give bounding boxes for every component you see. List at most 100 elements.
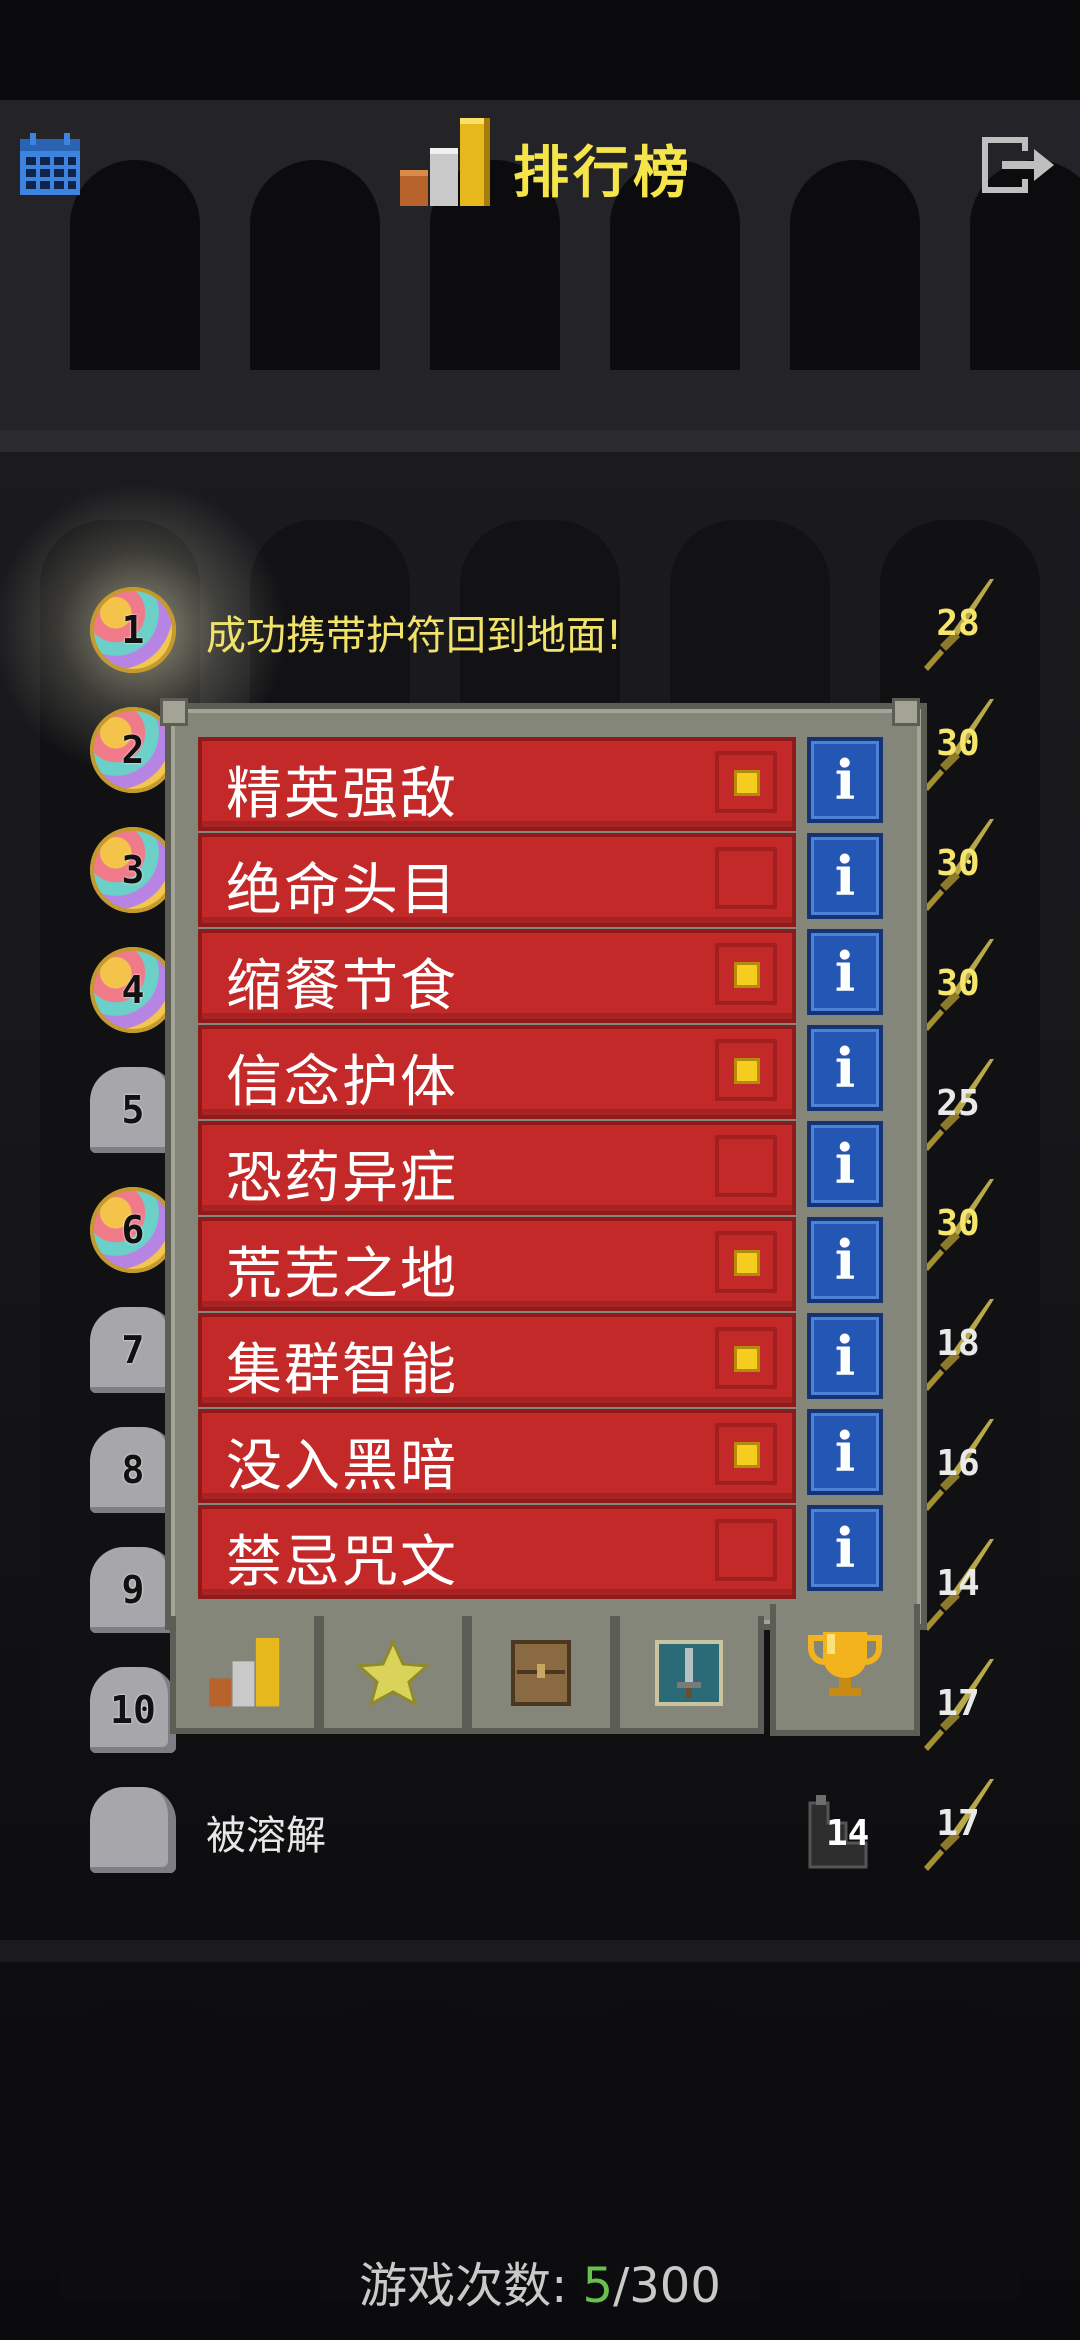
- challenge-info-button[interactable]: i: [807, 1409, 883, 1495]
- tombstone-badge: [90, 1787, 176, 1873]
- ranking-row[interactable]: 被溶解 14 17: [0, 1775, 1080, 1885]
- checkbox-checked-mark: [734, 1250, 760, 1276]
- tab-badges[interactable]: [318, 1616, 468, 1734]
- challenge-toggle[interactable]: 信念护体: [198, 1025, 796, 1119]
- info-icon: i: [834, 1132, 856, 1196]
- checkbox-checked-mark: [734, 1346, 760, 1372]
- score-value: 17: [936, 1683, 980, 1724]
- challenge-checkbox[interactable]: [715, 1135, 777, 1197]
- challenge-label: 精英强敌: [226, 762, 458, 827]
- score-value: 30: [936, 963, 980, 1004]
- info-icon: i: [834, 940, 856, 1004]
- info-icon: i: [834, 1516, 856, 1580]
- rank-number: 8: [121, 1448, 145, 1492]
- score-value: 18: [936, 1323, 980, 1364]
- score-value: 30: [936, 723, 980, 764]
- ranking-description: 成功携带护符回到地面!: [206, 613, 623, 659]
- games-played-counter: 游戏次数: 5/300: [0, 2246, 1080, 2316]
- info-icon: i: [834, 1036, 856, 1100]
- challenge-info-button[interactable]: i: [807, 1121, 883, 1207]
- challenge-toggle[interactable]: 缩餐节食: [198, 929, 796, 1023]
- ranking-row[interactable]: 1 成功携带护符回到地面! 28: [0, 575, 1080, 685]
- page-title: 排行榜: [513, 141, 693, 206]
- win-gem-badge: 1: [90, 587, 176, 673]
- challenge-info-button[interactable]: i: [807, 833, 883, 919]
- calendar-icon[interactable]: [18, 133, 82, 197]
- challenge-label: 绝命头目: [226, 858, 458, 923]
- challenge-toggle[interactable]: 恐药异症: [198, 1121, 796, 1215]
- tab-journal[interactable]: [466, 1616, 616, 1734]
- challenge-toggle[interactable]: 荒芜之地: [198, 1217, 796, 1311]
- challenge-info-button[interactable]: i: [807, 1217, 883, 1303]
- rank-number: 3: [121, 848, 145, 892]
- score-value: 28: [936, 603, 980, 644]
- rank-number: 1: [121, 608, 145, 652]
- challenge-label: 缩餐节食: [226, 954, 458, 1019]
- trophy-icon: [808, 1632, 882, 1696]
- challenge-info-button[interactable]: i: [807, 929, 883, 1015]
- info-icon: i: [834, 844, 856, 908]
- challenge-info-button[interactable]: i: [807, 1505, 883, 1591]
- challenge-checkbox[interactable]: [715, 1039, 777, 1101]
- score-value: 17: [936, 1803, 980, 1844]
- checkbox-checked-mark: [734, 1058, 760, 1084]
- rank-number: 4: [121, 968, 145, 1012]
- win-gem-badge: 6: [90, 1187, 176, 1273]
- challenge-label: 集群智能: [226, 1338, 458, 1403]
- tombstone-badge: 7: [90, 1307, 176, 1393]
- tombstone-badge: 8: [90, 1427, 176, 1513]
- rank-number: 7: [121, 1328, 145, 1372]
- games-played-total: /300: [613, 2258, 721, 2314]
- challenges-panel: 精英强敌 i 绝命头目 i 缩餐节食 i 信念护体 i 恐药异症 i 荒芜之地 i 集群智能 i 没入黑暗 i…: [165, 703, 927, 1630]
- rank-number: 9: [121, 1568, 145, 1612]
- tombstone-badge: 5: [90, 1067, 176, 1153]
- tab-challenges[interactable]: [770, 1604, 920, 1736]
- challenge-toggle[interactable]: 精英强敌: [198, 737, 796, 831]
- challenge-toggle[interactable]: 没入黑暗: [198, 1409, 796, 1503]
- rank-number: 6: [121, 1208, 145, 1252]
- checkbox-checked-mark: [734, 962, 760, 988]
- challenge-label: 荒芜之地: [226, 1242, 458, 1307]
- info-icon: i: [834, 748, 856, 812]
- challenge-label: 禁忌咒文: [226, 1530, 458, 1595]
- challenge-toggle[interactable]: 绝命头目: [198, 833, 796, 927]
- tab-leaderboard[interactable]: [170, 1616, 320, 1734]
- challenge-checkbox[interactable]: [715, 943, 777, 1005]
- score-value: 14: [936, 1563, 980, 1604]
- tombstone-badge: 10: [90, 1667, 176, 1753]
- challenge-checkbox[interactable]: [715, 751, 777, 813]
- challenge-checkbox[interactable]: [715, 1423, 777, 1485]
- challenge-label: 没入黑暗: [226, 1434, 458, 1499]
- score-value: 25: [936, 1083, 980, 1124]
- challenge-label: 信念护体: [226, 1050, 458, 1115]
- games-played-current: 5: [582, 2258, 614, 2314]
- panel-corner: [160, 698, 188, 726]
- challenge-checkbox[interactable]: [715, 1327, 777, 1389]
- games-played-label: 游戏次数:: [359, 2258, 583, 2314]
- rank-number: [90, 1787, 176, 1873]
- tombstone-badge: 9: [90, 1547, 176, 1633]
- checkbox-checked-mark: [734, 770, 760, 796]
- challenge-info-button[interactable]: i: [807, 1313, 883, 1399]
- win-gem-badge: 3: [90, 827, 176, 913]
- challenge-toggle[interactable]: 集群智能: [198, 1313, 796, 1407]
- badges-star-icon: [355, 1638, 431, 1708]
- win-gem-badge: 4: [90, 947, 176, 1033]
- exit-icon[interactable]: [978, 133, 1058, 197]
- checkbox-checked-mark: [734, 1442, 760, 1468]
- rank-number: 10: [110, 1688, 156, 1732]
- score-value: 16: [936, 1443, 980, 1484]
- challenge-info-button[interactable]: i: [807, 1025, 883, 1111]
- info-icon: i: [834, 1228, 856, 1292]
- tab-catalog[interactable]: [614, 1616, 764, 1734]
- catalog-sword-icon: [655, 1640, 723, 1706]
- challenge-checkbox[interactable]: [715, 847, 777, 909]
- ranking-description: 被溶解: [206, 1813, 326, 1859]
- challenge-checkbox[interactable]: [715, 1519, 777, 1581]
- challenge-checkbox[interactable]: [715, 1231, 777, 1293]
- challenge-label: 恐药异症: [226, 1146, 458, 1211]
- depth-value: 14: [826, 1813, 870, 1854]
- depth-stairs-icon: 14: [806, 1793, 896, 1871]
- challenge-toggle[interactable]: 禁忌咒文: [198, 1505, 796, 1599]
- challenge-info-button[interactable]: i: [807, 737, 883, 823]
